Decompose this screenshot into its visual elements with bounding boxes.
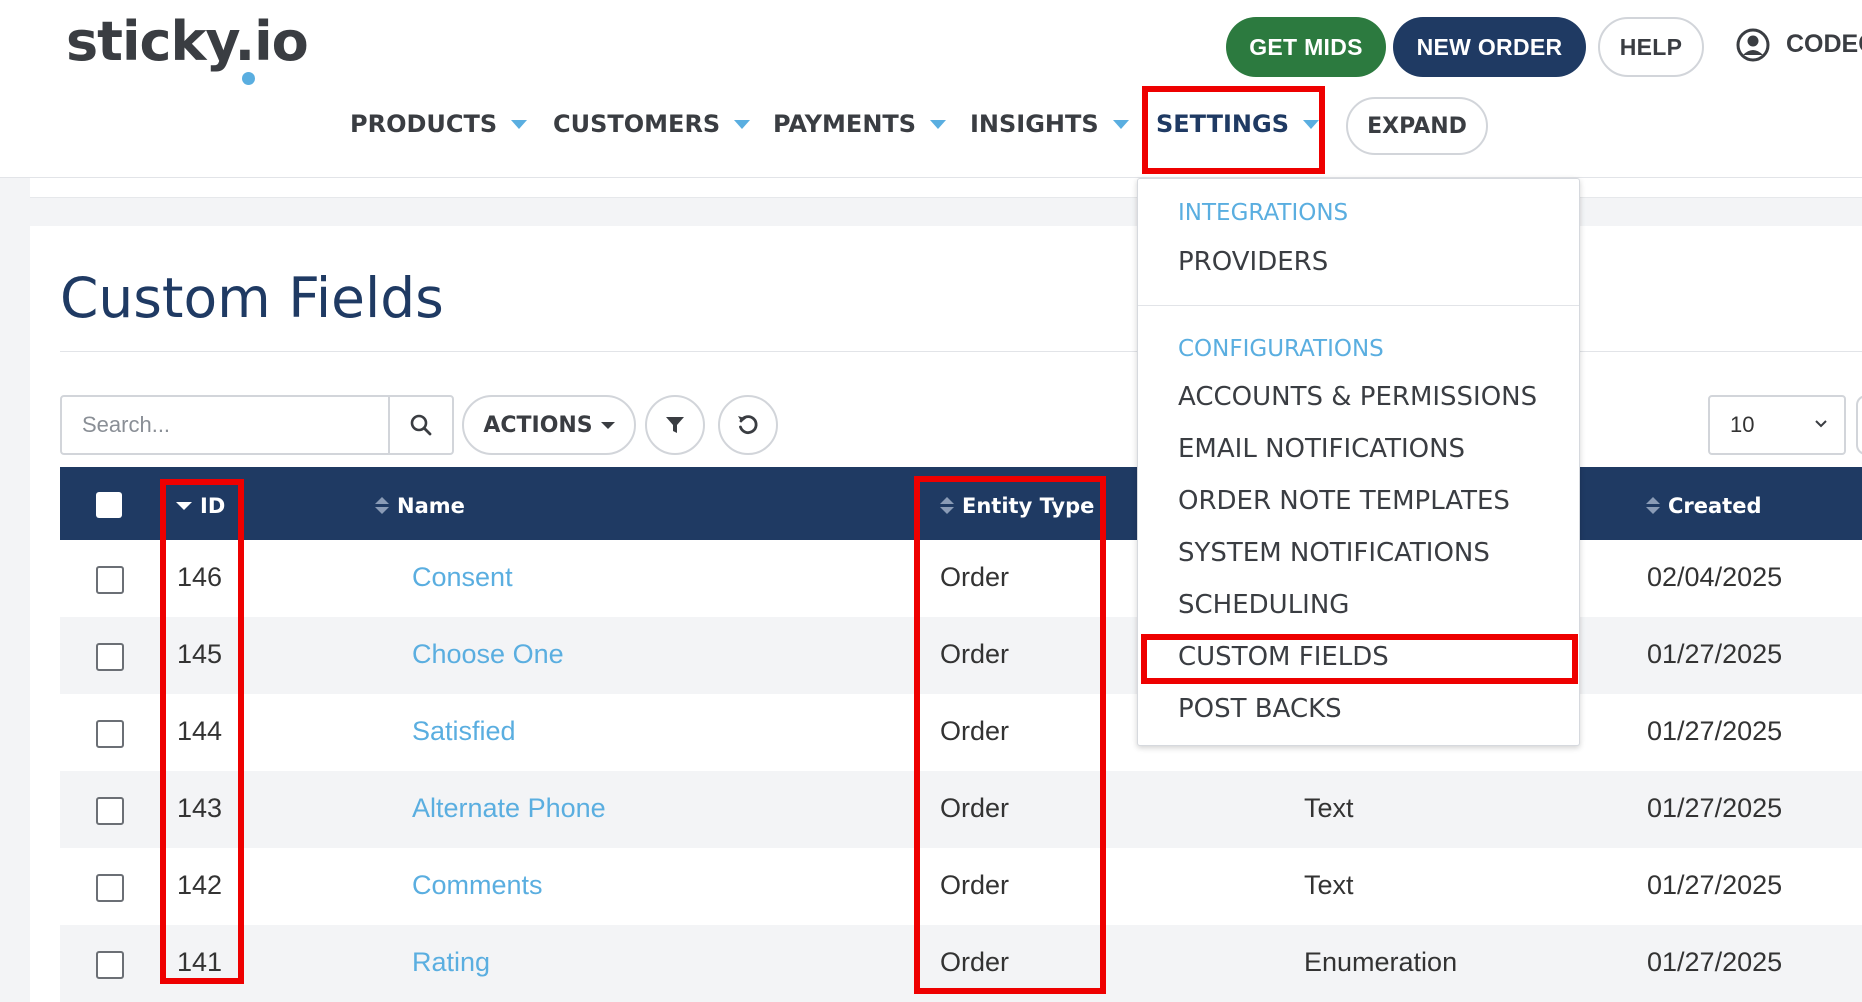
menu-item-accounts-permissions[interactable]: ACCOUNTS & PERMISSIONS	[1178, 382, 1537, 412]
nav-payments[interactable]: PAYMENTS	[773, 110, 947, 138]
highlight-id-column	[160, 479, 244, 984]
menu-item-scheduling[interactable]: SCHEDULING	[1178, 590, 1349, 620]
logo-text: sticky.io	[66, 10, 309, 73]
select-all-checkbox[interactable]	[96, 492, 122, 518]
cell-created: 01/27/2025	[1647, 947, 1783, 977]
search-box	[60, 395, 454, 455]
chevron-down-icon	[1815, 420, 1827, 428]
cell-name-link[interactable]: Choose One	[412, 639, 564, 670]
get-mids-button[interactable]: GET MIDS	[1226, 17, 1386, 77]
page-title: Custom Fields	[60, 266, 444, 330]
row-checkbox[interactable]	[96, 797, 124, 825]
toolbar-extra-button[interactable]	[1856, 395, 1862, 455]
chevron-down-icon	[511, 119, 528, 129]
cell-created: 01/27/2025	[1647, 639, 1783, 669]
menu-group-configurations: CONFIGURATIONS	[1178, 336, 1384, 362]
user-name[interactable]: CODEC	[1786, 30, 1862, 59]
column-header-created-label: Created	[1668, 494, 1762, 518]
new-order-button[interactable]: NEW ORDER	[1393, 17, 1586, 77]
user-circle-icon[interactable]	[1736, 28, 1770, 62]
title-divider	[60, 351, 1862, 352]
nav-customers-label: CUSTOMERS	[553, 110, 721, 138]
actions-button[interactable]: ACTIONS	[462, 395, 636, 455]
nav-payments-label: PAYMENTS	[773, 110, 917, 138]
help-button[interactable]: HELP	[1598, 17, 1704, 77]
cell-field-type: Text	[1304, 793, 1354, 823]
menu-group-integrations: INTEGRATIONS	[1178, 200, 1349, 226]
menu-item-order-note-templates[interactable]: ORDER NOTE TEMPLATES	[1178, 486, 1510, 516]
expand-button[interactable]: EXPAND	[1346, 97, 1488, 155]
menu-item-providers[interactable]: PROVIDERS	[1178, 247, 1328, 277]
cell-name-link[interactable]: Comments	[412, 870, 543, 901]
cell-created: 01/27/2025	[1647, 870, 1783, 900]
row-checkbox[interactable]	[96, 643, 124, 671]
menu-item-email-notifications[interactable]: EMAIL NOTIFICATIONS	[1178, 434, 1465, 464]
row-checkbox[interactable]	[96, 874, 124, 902]
cell-created: 02/04/2025	[1647, 562, 1783, 592]
search-icon	[410, 414, 432, 436]
nav-insights[interactable]: INSIGHTS	[970, 110, 1129, 138]
actions-label: ACTIONS	[483, 412, 593, 438]
sort-icon	[1646, 497, 1660, 515]
search-button[interactable]	[388, 397, 452, 453]
cell-name-link[interactable]: Consent	[412, 562, 513, 593]
nav-products[interactable]: PRODUCTS	[350, 110, 528, 138]
cell-created: 01/27/2025	[1647, 793, 1783, 823]
cell-created: 01/27/2025	[1647, 716, 1783, 746]
chevron-down-icon	[930, 119, 947, 129]
row-checkbox[interactable]	[96, 951, 124, 979]
search-input[interactable]	[62, 397, 388, 453]
chevron-down-icon	[734, 119, 751, 129]
content-top-strip	[30, 178, 1862, 198]
nav-customers[interactable]: CUSTOMERS	[553, 110, 751, 138]
filter-icon	[666, 417, 684, 433]
per-page-select[interactable]: 10	[1708, 395, 1846, 455]
filter-button[interactable]	[645, 395, 705, 455]
highlight-entity-type-column	[914, 476, 1106, 994]
highlight-settings-nav	[1142, 86, 1325, 174]
cell-name-link[interactable]: Rating	[412, 947, 490, 978]
menu-divider	[1138, 305, 1579, 306]
menu-item-system-notifications[interactable]: SYSTEM NOTIFICATIONS	[1178, 538, 1490, 568]
cell-name-link[interactable]: Satisfied	[412, 716, 516, 747]
column-header-name[interactable]: Name	[375, 494, 465, 518]
menu-item-post-backs[interactable]: POST BACKS	[1178, 694, 1342, 724]
per-page-value: 10	[1730, 412, 1755, 437]
sticky-io-logo[interactable]: sticky.io	[66, 10, 309, 85]
column-header-name-label: Name	[397, 494, 465, 518]
cell-field-type: Text	[1304, 870, 1354, 900]
sort-icon	[375, 497, 389, 515]
chevron-down-icon	[600, 421, 615, 429]
chevron-down-icon	[1112, 119, 1129, 129]
cell-field-type: Enumeration	[1304, 947, 1458, 977]
nav-insights-label: INSIGHTS	[970, 110, 1099, 138]
row-checkbox[interactable]	[96, 720, 124, 748]
refresh-icon	[738, 415, 758, 434]
highlight-custom-fields-item	[1141, 634, 1578, 684]
refresh-button[interactable]	[718, 395, 778, 455]
cell-name-link[interactable]: Alternate Phone	[412, 793, 606, 824]
nav-products-label: PRODUCTS	[350, 110, 498, 138]
column-header-created[interactable]: Created	[1646, 494, 1762, 518]
row-checkbox[interactable]	[96, 566, 124, 594]
logo-dot	[242, 72, 255, 85]
